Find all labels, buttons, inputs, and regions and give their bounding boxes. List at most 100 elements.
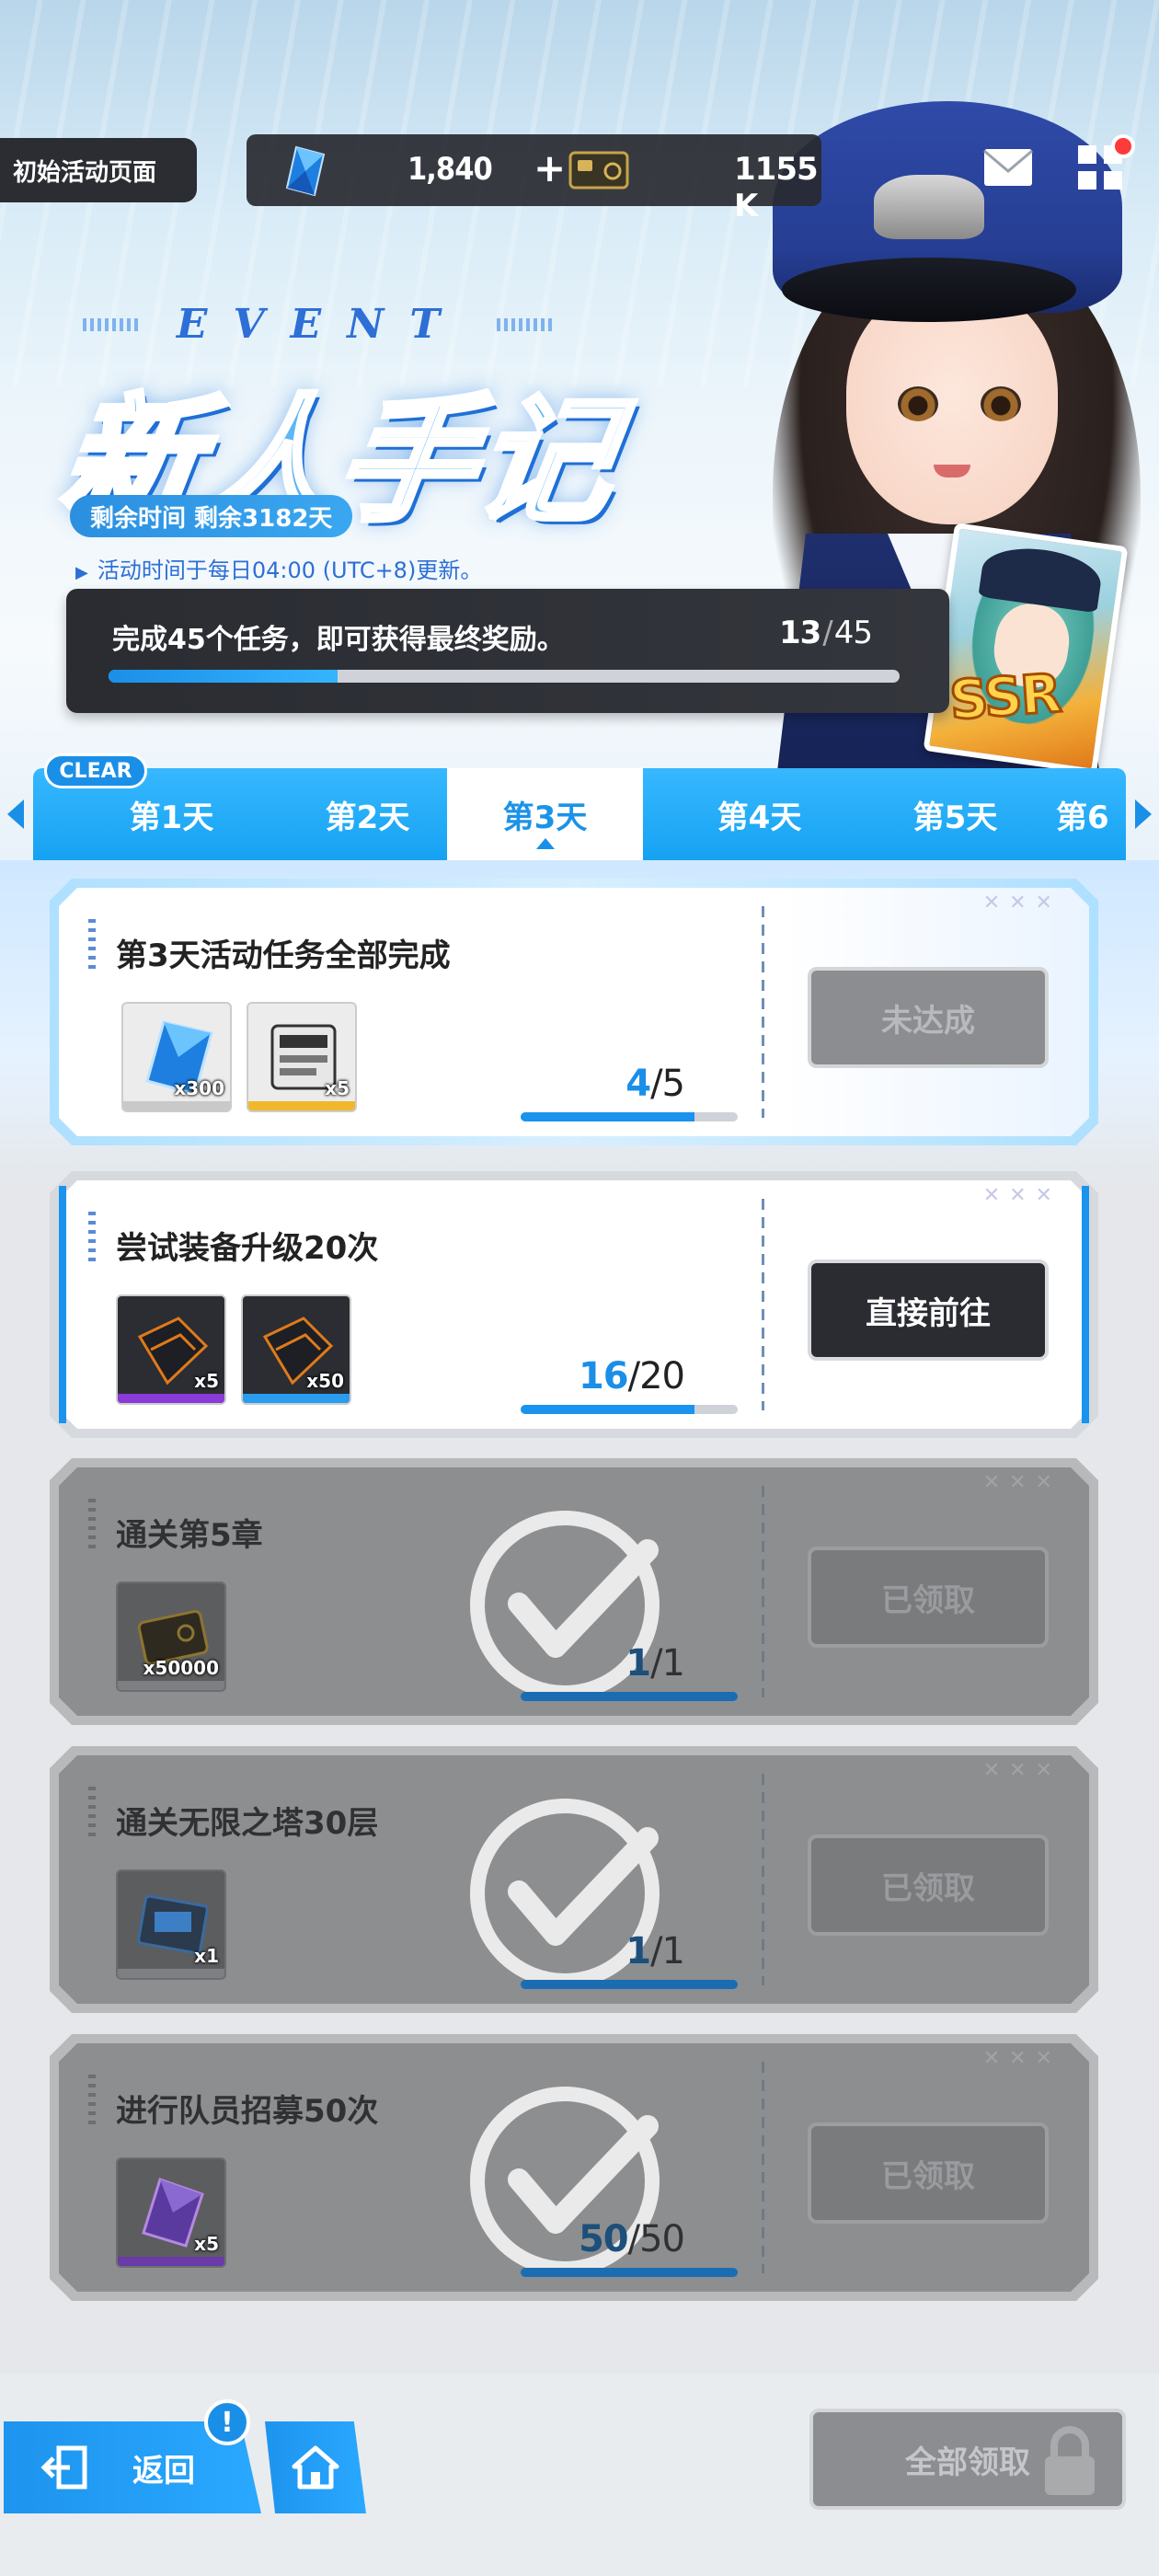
accent-bar-left (59, 1186, 66, 1423)
grip-dots (88, 1212, 96, 1263)
rarity-stripe (118, 2257, 224, 2266)
progress-count: 13/45 (778, 615, 873, 651)
reward-qty: x50000 (143, 1657, 219, 1679)
mission-progress-fill (521, 1692, 738, 1701)
mission-title: 尝试装备升级20次 (116, 1230, 379, 1267)
triangle-icon: ▶ (75, 563, 88, 582)
mission-current: 1 (625, 1930, 651, 1972)
grip-dots (88, 919, 96, 971)
lock-icon (1045, 2426, 1095, 2495)
credit-card-icon (568, 151, 629, 190)
mission-progress-fill (521, 1980, 738, 1989)
tab-scroll-right-icon[interactable] (1135, 799, 1152, 829)
mission-progress-bar (521, 2268, 738, 2277)
mission-card: ✕✕✕ 通关无限之塔30层 x1 1/1 已领取 (50, 1746, 1098, 2013)
character-eye-right (981, 386, 1021, 421)
refresh-note: ▶ 活动时间于每日04:00 (UTC+8)更新。 (75, 552, 482, 584)
overall-progress-panel: 完成45个任务，即可获得最终奖励。 13/45 (66, 589, 949, 713)
mission-progress-bar (521, 1112, 738, 1121)
mission-total: 20 (639, 1355, 684, 1397)
gold-count: 1155 K (734, 151, 819, 224)
reward-item[interactable]: x5 (116, 2157, 226, 2268)
currency-bar: 1,840 + 1155 K (247, 134, 821, 224)
claimed-button[interactable]: 已领取 (808, 1547, 1049, 1648)
gem-icon (285, 145, 326, 197)
add-gems-button[interactable]: + (534, 145, 566, 190)
tab-day-2[interactable]: 第2天 (270, 768, 465, 860)
tab-day-5[interactable]: 第5天 (857, 768, 1053, 860)
cap-badge (874, 175, 984, 239)
decor-marks: ✕✕✕ (982, 891, 1061, 914)
reward-item[interactable]: x50 (241, 1294, 351, 1405)
claim-all-label: 全部领取 (905, 2444, 1030, 2481)
tab-scroll-left-icon[interactable] (7, 799, 24, 829)
tab-day-3-label: 第3天 (502, 799, 588, 836)
mission-current: 4 (625, 1063, 651, 1105)
reward-qty: x5 (194, 2233, 219, 2255)
claim-all-button[interactable]: 全部领取 (809, 2409, 1126, 2510)
mission-total: 1 (661, 1642, 684, 1685)
progress-label: 完成45个任务，即可获得最终奖励。 (112, 624, 565, 656)
reward-item[interactable]: x5 (247, 1002, 357, 1112)
mission-list[interactable]: ✕✕✕ 第3天活动任务全部完成 x300 x5 4/5 未达成 ✕✕✕ 尝试装备… (0, 860, 1159, 2374)
card-divider (762, 2062, 764, 2273)
bottom-bar: 返回 ! 全部领取 (0, 2374, 1159, 2576)
mission-progress-bar (521, 1405, 738, 1414)
alert-badge: ! (204, 2399, 250, 2445)
reward-item[interactable]: x5 (116, 1294, 226, 1405)
reward-item[interactable]: x50000 (116, 1581, 226, 1692)
progress-total: 45 (833, 615, 873, 651)
mission-progress-count: 4/5 (625, 1063, 684, 1105)
progress-current: 13 (778, 615, 821, 651)
mission-progress-count: 1/1 (625, 1642, 684, 1685)
mission-total: 5 (661, 1063, 684, 1105)
clear-badge: CLEAR (44, 753, 147, 788)
event-letter: T (409, 300, 441, 348)
grip-dots (88, 2075, 96, 2126)
card-divider (762, 1774, 764, 1985)
mission-card: ✕✕✕ 第3天活动任务全部完成 x300 x5 4/5 未达成 (50, 879, 1098, 1145)
accent-bar-right (1082, 1186, 1089, 1423)
mission-total: 50 (639, 2218, 684, 2260)
reward-item[interactable]: x300 (121, 1002, 232, 1112)
rarity-stripe (243, 1394, 350, 1403)
reward-qty: x5 (325, 1077, 350, 1099)
go-now-button[interactable]: 直接前往 (808, 1259, 1049, 1361)
rarity-stripe (118, 1681, 224, 1690)
mission-separator: / (627, 2218, 640, 2260)
claimed-button[interactable]: 已领取 (808, 1834, 1049, 1936)
tab-day-3[interactable]: 第3天 (447, 768, 643, 860)
claimed-button[interactable]: 已领取 (808, 2122, 1049, 2224)
card-divider (762, 906, 764, 1118)
mission-card: ✕✕✕ 通关第5章 x50000 1/1 已领取 (50, 1458, 1098, 1725)
decor-marks: ✕✕✕ (982, 1471, 1061, 1494)
page-chip[interactable]: 初始活动页面 (0, 138, 197, 202)
mission-current: 16 (578, 1355, 628, 1397)
mission-title: 通关无限之塔30层 (116, 1805, 379, 1842)
grip-dots (88, 1787, 96, 1838)
reward-qty: x50 (306, 1370, 344, 1392)
mission-current: 50 (578, 2218, 628, 2260)
progress-bar-fill (109, 670, 338, 683)
mail-icon[interactable] (982, 145, 1034, 190)
reward-item[interactable]: x1 (116, 1869, 226, 1980)
decor-marks: ✕✕✕ (982, 2047, 1061, 2070)
progress-bar (109, 670, 900, 683)
mission-separator: / (650, 1063, 662, 1105)
tab-day-4[interactable]: 第4天 (661, 768, 857, 860)
mission-progress-fill (521, 2268, 738, 2277)
mission-separator: / (627, 1355, 640, 1397)
active-caret-icon (535, 838, 555, 849)
event-letter: E (290, 300, 322, 348)
mission-card: ✕✕✕ 进行队员招募50次 x5 50/50 已领取 (50, 2034, 1098, 2301)
event-letter: E (176, 300, 208, 348)
ssr-reward-card[interactable]: SSR (923, 522, 1129, 776)
home-button[interactable] (265, 2421, 366, 2513)
card-divider (762, 1199, 764, 1410)
tab-day-6[interactable]: 第6 (1045, 768, 1126, 860)
mission-separator: / (650, 1930, 662, 1972)
not-achieved-button[interactable]: 未达成 (808, 967, 1049, 1068)
mission-card: ✕✕✕ 尝试装备升级20次 x5 x50 16/20 直接前往 (50, 1171, 1098, 1438)
rarity-stripe (118, 1969, 224, 1978)
reward-qty: x1 (194, 1945, 219, 1967)
